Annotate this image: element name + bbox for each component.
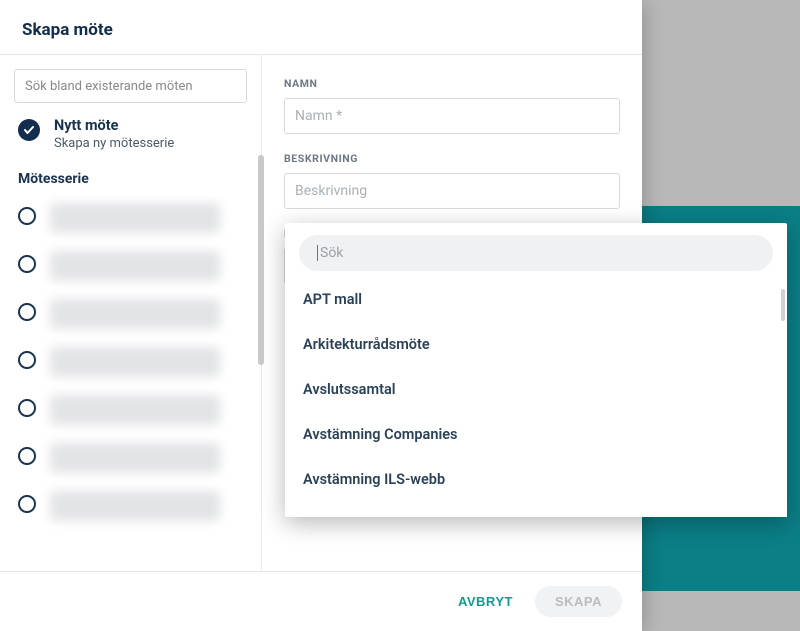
new-meeting-text: Nytt möte Skapa ny mötesserie (54, 117, 174, 151)
redacted-text (50, 299, 220, 329)
dropdown-search-placeholder: Sök (320, 245, 343, 261)
series-list (14, 197, 247, 521)
radio-icon (18, 207, 36, 225)
name-field-label: NAMN (284, 77, 620, 90)
checkmark-icon (18, 119, 40, 141)
radio-icon (18, 303, 36, 321)
redacted-text (50, 491, 220, 521)
search-placeholder: Sök bland existerande möten (25, 79, 193, 94)
redacted-text (50, 395, 220, 425)
redacted-text (50, 203, 220, 233)
search-existing-input[interactable]: Sök bland existerande möten (14, 69, 247, 103)
cancel-button[interactable]: AVBRYT (444, 586, 527, 617)
scrollbar[interactable] (258, 155, 264, 365)
radio-icon (18, 399, 36, 417)
dropdown-option[interactable]: APT mall (299, 277, 773, 322)
series-item[interactable] (14, 299, 247, 329)
redacted-text (50, 347, 220, 377)
series-item[interactable] (14, 395, 247, 425)
text-caret (317, 245, 318, 261)
new-meeting-subtitle: Skapa ny mötesserie (54, 136, 174, 151)
series-item[interactable] (14, 203, 247, 233)
place-dropdown: Sök APT mall Arkitekturrådsmöte Avslutss… (285, 223, 787, 517)
name-input[interactable]: Namn * (284, 98, 620, 134)
series-item[interactable] (14, 491, 247, 521)
dropdown-search-input[interactable]: Sök (299, 235, 773, 271)
modal-title: Skapa möte (22, 20, 620, 40)
modal-header: Skapa möte (0, 0, 642, 55)
series-item[interactable] (14, 443, 247, 473)
radio-icon (18, 447, 36, 465)
desc-field-label: BESKRIVNING (284, 152, 620, 165)
name-placeholder: Namn * (295, 108, 342, 124)
dropdown-scrollbar[interactable] (781, 289, 785, 321)
dropdown-option[interactable]: Avslutssamtal (299, 367, 773, 412)
redacted-text (50, 443, 220, 473)
radio-icon (18, 351, 36, 369)
new-meeting-option[interactable]: Nytt möte Skapa ny mötesserie (14, 103, 247, 169)
desc-input[interactable]: Beskrivning (284, 173, 620, 209)
modal-footer: AVBRYT SKAPA (0, 571, 642, 631)
series-item[interactable] (14, 347, 247, 377)
radio-icon (18, 255, 36, 273)
dropdown-option[interactable]: Avstämning Companies (299, 412, 773, 457)
dropdown-option[interactable]: Avstämning ILS-webb (299, 457, 773, 502)
create-button[interactable]: SKAPA (535, 586, 622, 617)
dropdown-option[interactable]: Arkitekturrådsmöte (299, 322, 773, 367)
left-column: Sök bland existerande möten Nytt möte Sk… (0, 55, 262, 571)
new-meeting-title: Nytt möte (54, 117, 174, 136)
series-item[interactable] (14, 251, 247, 281)
radio-icon (18, 495, 36, 513)
desc-placeholder: Beskrivning (295, 183, 367, 199)
series-section-label: Mötesserie (14, 169, 247, 197)
dropdown-list: APT mall Arkitekturrådsmöte Avslutssamta… (299, 277, 773, 517)
redacted-text (50, 251, 220, 281)
